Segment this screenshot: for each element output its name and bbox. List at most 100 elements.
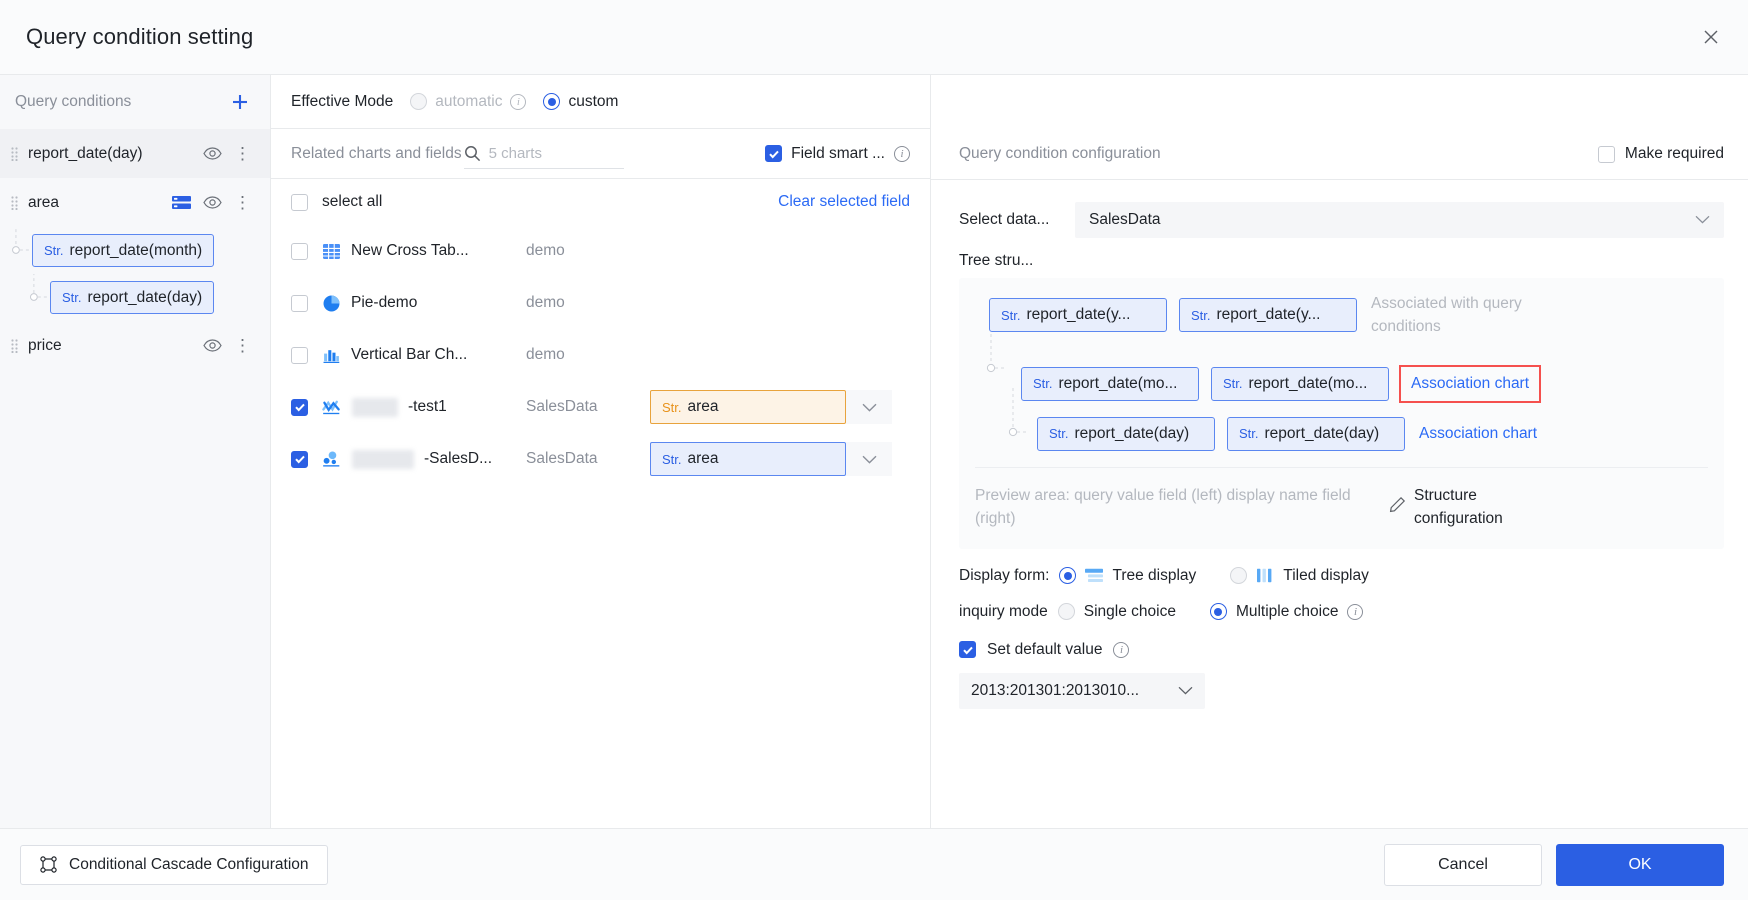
- field-chip-area[interactable]: Str. area: [650, 442, 846, 476]
- config-header: Query condition configuration Make requi…: [931, 75, 1748, 180]
- table-row[interactable]: New Cross Tab... demo: [291, 225, 910, 277]
- tree-structure-box: Str. report_date(y... Str. report_date(y..…: [959, 278, 1724, 549]
- field-chip-area[interactable]: Str. area: [650, 390, 846, 424]
- field-smart-checkbox[interactable]: [765, 145, 783, 162]
- default-value-text: 2013:201301:2013010...: [971, 681, 1140, 699]
- drag-handle-icon[interactable]: [8, 146, 20, 161]
- dialog-footer: Conditional Cascade Configuration Cancel…: [0, 828, 1748, 900]
- dialog-title: Query condition setting: [26, 24, 254, 49]
- ok-button[interactable]: OK: [1556, 843, 1724, 886]
- radio-tree-display[interactable]: Tree display: [1059, 567, 1196, 585]
- query-conditions-sidebar: Query conditions report_date(day) ⋮ area…: [0, 75, 271, 828]
- row-checkbox[interactable]: [291, 242, 308, 260]
- pie-chart-icon: [322, 294, 341, 313]
- default-value-dropdown[interactable]: 2013:201301:2013010...: [959, 672, 1205, 709]
- close-icon[interactable]: [1696, 22, 1726, 52]
- bubble-chart-icon: [322, 450, 342, 469]
- radio-label: custom: [568, 92, 619, 110]
- tree-structure-label: Tree stru...: [959, 252, 1034, 269]
- tree-row: Str. report_date(y... Str. report_date(y..…: [975, 292, 1708, 339]
- more-options-icon[interactable]: ⋮: [234, 194, 251, 211]
- chart-search[interactable]: [463, 139, 624, 169]
- tree-chip-display-field[interactable]: Str. report_date(day): [1227, 416, 1405, 451]
- radio-label: Multiple choice: [1235, 602, 1339, 620]
- more-options-icon[interactable]: ⋮: [234, 337, 251, 354]
- radio-indicator: [543, 93, 561, 110]
- set-default-value-checkbox[interactable]: [959, 641, 976, 659]
- info-icon[interactable]: i: [894, 145, 910, 162]
- eye-icon[interactable]: [203, 147, 222, 160]
- info-icon[interactable]: i: [1347, 603, 1364, 620]
- search-icon: [464, 145, 481, 162]
- table-row[interactable]: Pie-demo demo: [291, 277, 910, 329]
- config-title: Query condition configuration: [959, 145, 1161, 162]
- make-required-label: Make required: [1624, 145, 1724, 162]
- make-required-checkbox[interactable]: [1597, 145, 1615, 163]
- tree-chip-value-field[interactable]: Str. report_date(day): [1037, 416, 1215, 451]
- cascade-tree-icon[interactable]: [172, 195, 191, 210]
- radio-multiple-choice[interactable]: Multiple choice i: [1209, 602, 1364, 621]
- radio-single-choice[interactable]: Single choice: [1057, 603, 1176, 621]
- preview-area: Preview area: query value field (left) d…: [975, 466, 1708, 549]
- eye-icon[interactable]: [203, 339, 222, 352]
- field-name-label: report_date(y...: [1026, 306, 1131, 324]
- sidebar-item-report-date-day[interactable]: report_date(day) ⋮: [0, 129, 270, 178]
- tree-chip-value-field[interactable]: Str. report_date(y...: [989, 298, 1167, 333]
- tree-chip-value-field[interactable]: Str. report_date(mo...: [1021, 366, 1199, 401]
- set-default-value-label: Set default value: [987, 640, 1103, 658]
- conditional-cascade-configuration-button[interactable]: Conditional Cascade Configuration: [20, 844, 328, 885]
- row-checkbox[interactable]: [291, 398, 308, 416]
- field-smart-label: Field smart ...: [791, 144, 885, 162]
- chart-name-cell: Vertical Bar Ch...: [322, 346, 512, 365]
- field-smart-toggle[interactable]: Field smart ... i: [765, 145, 910, 163]
- drag-handle-icon[interactable]: [8, 338, 20, 353]
- sidebar-item-area[interactable]: area ⋮: [0, 178, 270, 227]
- chart-source-label: demo: [526, 294, 565, 311]
- cancel-button[interactable]: Cancel: [1384, 843, 1542, 886]
- bar-chart-icon: [322, 346, 341, 365]
- tree-chip-display-field[interactable]: Str. report_date(y...: [1179, 298, 1357, 333]
- tree-chip-display-field[interactable]: Str. report_date(mo...: [1211, 366, 1389, 401]
- clear-selected-field-link[interactable]: Clear selected field: [778, 193, 910, 211]
- row-checkbox[interactable]: [291, 450, 308, 468]
- row-checkbox[interactable]: [291, 294, 308, 312]
- association-chart-link-highlighted[interactable]: Association chart: [1399, 364, 1542, 403]
- more-options-icon[interactable]: ⋮: [234, 145, 251, 162]
- select-all-checkbox[interactable]: [291, 193, 308, 211]
- chart-field-cell: Str. area: [650, 442, 910, 476]
- radio-tiled-display[interactable]: Tiled display: [1230, 567, 1369, 585]
- preview-area-text: Preview area: query value field (left) d…: [975, 486, 1351, 528]
- association-chart-link[interactable]: Association chart: [1419, 425, 1537, 443]
- table-row[interactable]: -SalesD... SalesData Str. area: [291, 433, 910, 485]
- effective-mode-label: Effective Mode: [291, 92, 394, 110]
- info-icon[interactable]: i: [510, 93, 527, 110]
- structure-configuration-label: Structure configuration: [1414, 486, 1503, 528]
- drag-handle-icon[interactable]: [8, 195, 20, 210]
- radio-effective-mode-custom[interactable]: custom: [543, 93, 618, 111]
- chart-source-label: SalesData: [526, 398, 598, 415]
- redacted-text: [352, 397, 398, 417]
- chart-source-label: demo: [526, 346, 565, 363]
- table-row[interactable]: Vertical Bar Ch... demo: [291, 329, 910, 381]
- tree-chip-report-date-month[interactable]: Str. report_date(month): [32, 234, 215, 267]
- field-name-label: report_date(month): [69, 241, 203, 259]
- table-row[interactable]: -test1 SalesData Str. area: [291, 381, 910, 433]
- select-data-dropdown[interactable]: SalesData: [1075, 202, 1724, 238]
- row-checkbox[interactable]: [291, 346, 308, 364]
- chart-source-label: SalesData: [526, 450, 598, 467]
- chevron-down-icon[interactable]: [846, 442, 892, 476]
- tree-chip-report-date-day[interactable]: Str. report_date(day): [50, 281, 215, 314]
- field-value-label: area: [687, 450, 719, 467]
- radio-effective-mode-automatic[interactable]: automatic i: [410, 93, 527, 111]
- display-form-row: Display form: Tree display Tiled display: [959, 567, 1724, 585]
- search-input[interactable]: [488, 144, 609, 162]
- chevron-down-icon[interactable]: [846, 390, 892, 424]
- display-form-label: Display form:: [959, 566, 1050, 584]
- sidebar-item-price[interactable]: price ⋮: [0, 321, 270, 370]
- structure-configuration-button[interactable]: Structure configuration: [1389, 484, 1503, 531]
- make-required-toggle[interactable]: Make required: [1597, 145, 1724, 163]
- info-icon[interactable]: i: [1113, 641, 1130, 658]
- plus-icon[interactable]: [229, 91, 251, 113]
- eye-icon[interactable]: [203, 196, 222, 209]
- chart-name-cell: Pie-demo: [322, 294, 512, 313]
